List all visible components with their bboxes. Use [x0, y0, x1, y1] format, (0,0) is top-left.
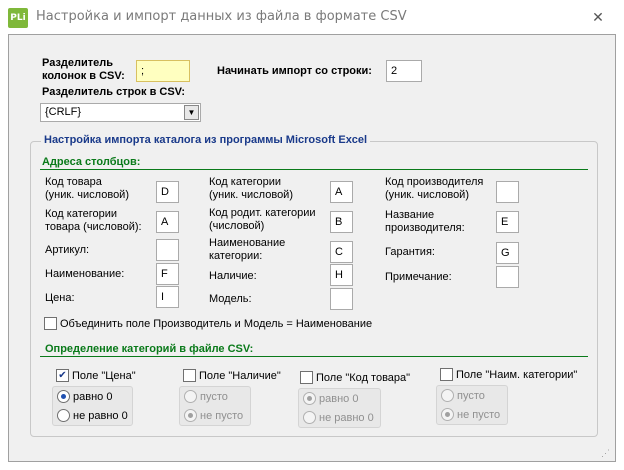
- start-row-label: Начинать импорт со строки:: [217, 65, 372, 77]
- columns-title: Адреса столбцов:: [42, 156, 141, 168]
- availability-field-label: Поле "Наличие": [199, 370, 281, 382]
- col-sep-input[interactable]: ;: [136, 60, 190, 82]
- field-label-sku: Артикул:: [45, 244, 90, 256]
- category-name-empty-label: пусто: [457, 390, 485, 402]
- price-not-zero-label: не равно 0: [73, 410, 128, 422]
- columns-divider: [40, 169, 588, 170]
- product-code-field-checkbox[interactable]: [300, 371, 313, 384]
- field-input-sku[interactable]: [156, 239, 179, 261]
- product-code-not-zero-label: не равно 0: [319, 412, 374, 424]
- app-icon: PLi: [8, 8, 28, 28]
- field-label-note: Примечание:: [385, 271, 452, 283]
- field-label-price: Цена:: [45, 292, 75, 304]
- price-equals-zero-radio[interactable]: [57, 390, 70, 403]
- product-code-not-zero-radio[interactable]: [303, 411, 316, 424]
- field-input-product-category-code[interactable]: A: [156, 211, 179, 233]
- dialog-body: Разделитель колонок в CSV: ; Начинать им…: [8, 34, 616, 462]
- field-label-name: Наименование:: [45, 268, 125, 280]
- row-sep-label: Разделитель строк в CSV:: [42, 86, 186, 98]
- field-input-availability[interactable]: H: [330, 264, 353, 286]
- field-input-name[interactable]: F: [156, 263, 179, 285]
- merge-checkbox[interactable]: [44, 317, 57, 330]
- field-input-manufacturer-name[interactable]: E: [496, 211, 519, 233]
- field-label-category-name: Наименование категории:: [209, 237, 286, 262]
- field-input-note[interactable]: [496, 266, 519, 288]
- window-title: Настройка и импорт данных из файла в фор…: [36, 9, 407, 24]
- field-input-category-name[interactable]: C: [330, 241, 353, 263]
- field-label-category-code: Код категории (уник. числовой): [209, 176, 293, 201]
- categories-divider: [40, 356, 588, 357]
- field-input-warranty[interactable]: G: [496, 242, 519, 264]
- field-label-manufacturer-code: Код производителя (уник. числовой): [385, 176, 484, 201]
- field-input-category-code[interactable]: A: [330, 181, 353, 203]
- field-input-product-code[interactable]: D: [156, 181, 179, 203]
- availability-not-empty-label: не пусто: [200, 410, 244, 422]
- resize-grip-icon[interactable]: ⋰: [601, 447, 610, 460]
- category-name-not-empty-radio[interactable]: [441, 408, 454, 421]
- col-sep-label: Разделитель колонок в CSV:: [42, 57, 125, 82]
- availability-empty-radio[interactable]: [184, 390, 197, 403]
- price-equals-zero-label: равно 0: [73, 391, 113, 403]
- availability-empty-label: пусто: [200, 391, 228, 403]
- field-label-model: Модель:: [209, 293, 252, 305]
- product-code-equals-zero-label: равно 0: [319, 393, 359, 405]
- category-name-field-label: Поле "Наим. категории": [456, 369, 578, 381]
- catalog-group-title: Настройка импорта каталога из программы …: [41, 134, 371, 146]
- availability-not-empty-radio[interactable]: [184, 409, 197, 422]
- field-input-parent-category-code[interactable]: B: [330, 211, 353, 233]
- title-bar: PLi Настройка и импорт данных из файла в…: [0, 0, 624, 34]
- field-label-warranty: Гарантия:: [385, 246, 435, 258]
- product-code-field-label: Поле "Код товара": [316, 372, 411, 384]
- field-input-price[interactable]: I: [156, 286, 179, 308]
- field-label-availability: Наличие:: [209, 270, 257, 282]
- row-sep-value: {CRLF}: [45, 106, 82, 118]
- close-icon[interactable]: ✕: [586, 8, 610, 28]
- categories-title: Определение категорий в файле CSV:: [45, 343, 254, 355]
- product-code-equals-zero-radio[interactable]: [303, 392, 316, 405]
- price-not-zero-radio[interactable]: [57, 409, 70, 422]
- price-field-checkbox[interactable]: ✔: [56, 369, 69, 382]
- availability-field-checkbox[interactable]: [183, 369, 196, 382]
- check-icon: ✔: [58, 370, 67, 381]
- field-label-product-category-code: Код категории товара (числовой):: [45, 208, 142, 233]
- field-label-product-code: Код товара (уник. числовой): [45, 176, 129, 201]
- start-row-input[interactable]: 2: [386, 60, 422, 82]
- row-sep-select[interactable]: {CRLF} ▼: [40, 103, 201, 122]
- category-name-field-checkbox[interactable]: [440, 368, 453, 381]
- category-name-not-empty-label: не пусто: [457, 409, 501, 421]
- price-field-label: Поле "Цена": [72, 370, 136, 382]
- field-label-parent-category-code: Код родит. категории (числовой): [209, 207, 316, 232]
- field-label-manufacturer-name: Название производителя:: [385, 209, 465, 234]
- merge-label: Объединить поле Производитель и Модель =…: [60, 318, 373, 330]
- field-input-model[interactable]: [330, 288, 353, 310]
- field-input-manufacturer-code[interactable]: [496, 181, 519, 203]
- category-name-empty-radio[interactable]: [441, 389, 454, 402]
- chevron-down-icon[interactable]: ▼: [184, 105, 199, 120]
